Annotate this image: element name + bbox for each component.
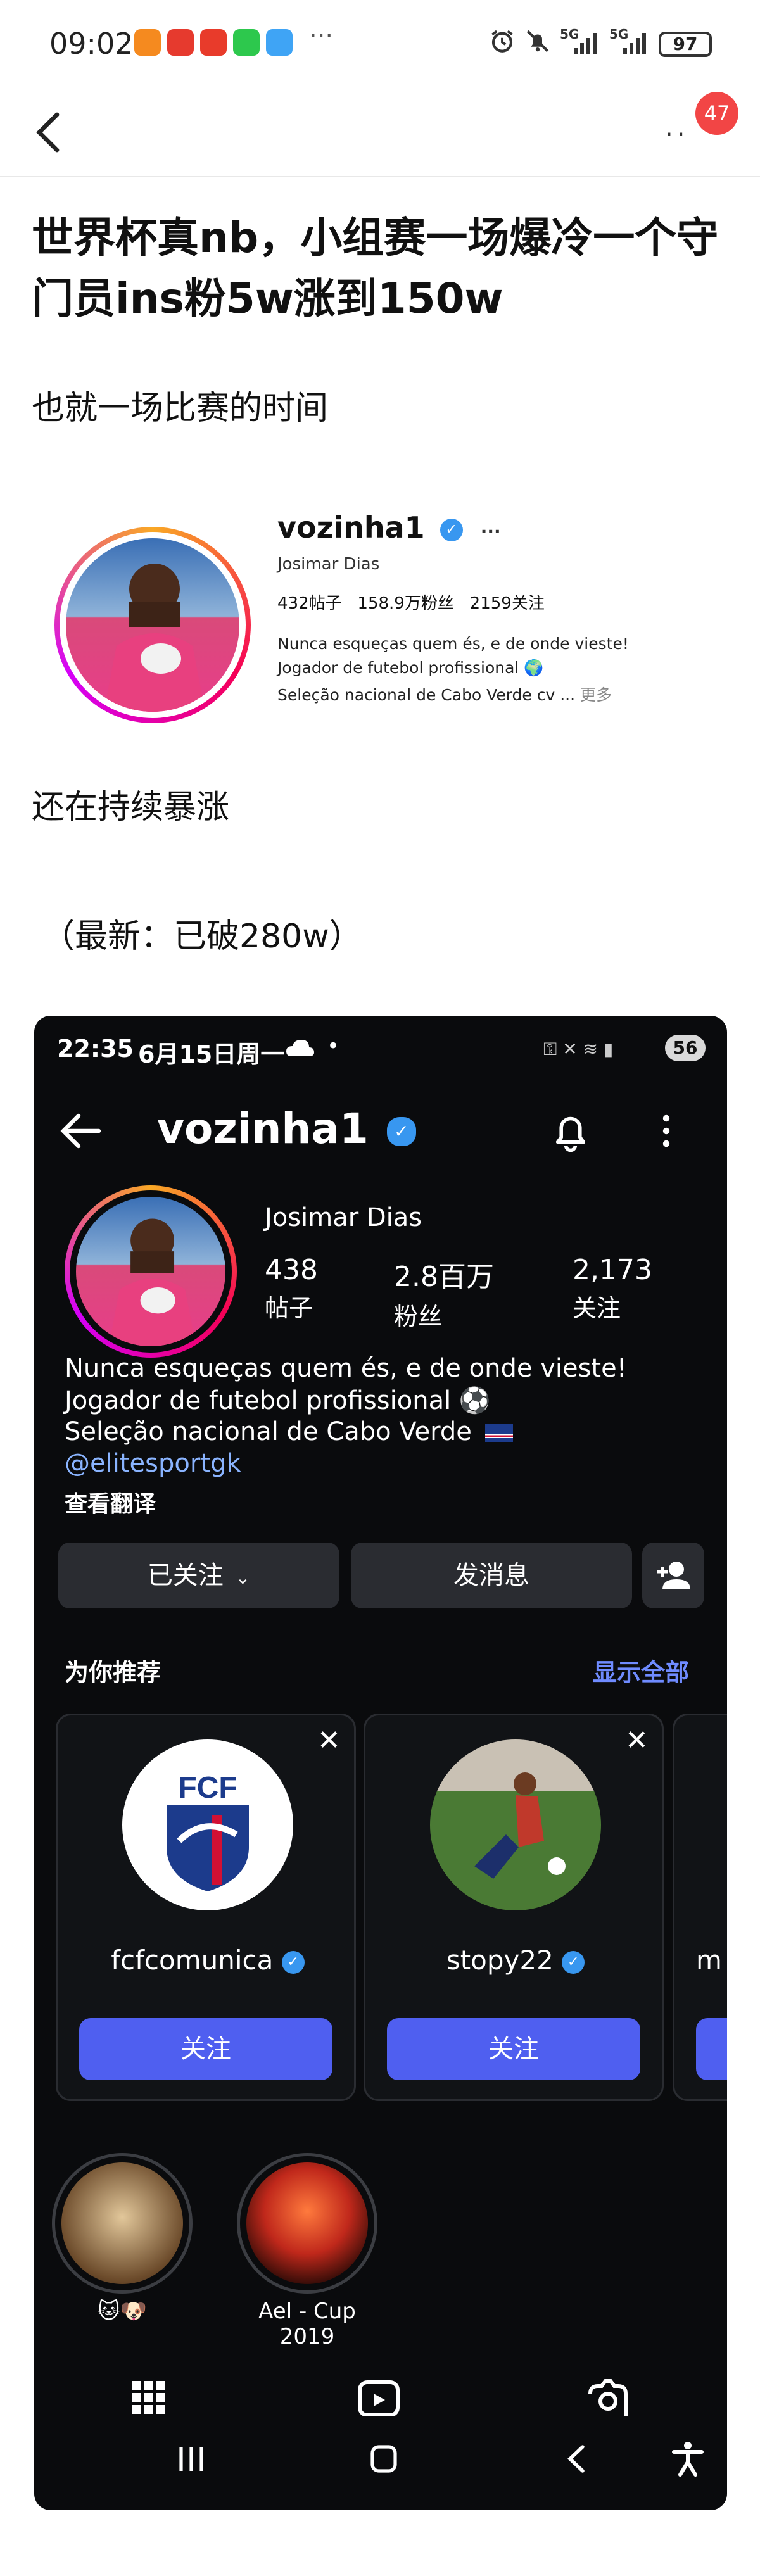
bell-icon[interactable]: [547, 1107, 594, 1154]
suggested-account-name: fcfcomunica ✓: [58, 1945, 358, 1976]
svg-text:FCF: FCF: [178, 1771, 237, 1805]
home-icon[interactable]: [366, 2443, 402, 2475]
profile-bio-line: Jogador de futebol profissional 🌍: [277, 659, 544, 677]
suggested-account-name: stopy22 ✓: [365, 1945, 666, 1976]
story-highlight[interactable]: 🐱🐶: [49, 2153, 195, 2324]
post-paragraph: 还在持续暴涨: [32, 788, 230, 826]
phone-status-time: 22:35: [57, 1035, 134, 1063]
profile-full-name: Josimar Dias: [277, 555, 380, 574]
app-notification-icon: [233, 29, 260, 56]
profile-username: vozinha1 ✓ ···: [277, 510, 501, 545]
accessibility-icon[interactable]: [670, 2440, 706, 2477]
profile-bio-line: Nunca esqueças quem és, e de onde vieste…: [277, 635, 629, 653]
suggestions-title: 为你推荐: [65, 1658, 162, 1686]
highlight-cover: [61, 2162, 183, 2284]
fcf-logo: FCF: [122, 1739, 293, 1910]
bio-line: Seleção nacional de Cabo Verde: [65, 1417, 513, 1446]
top-nav: ··: [0, 92, 760, 177]
verified-badge-icon: ✓: [281, 1950, 305, 1974]
message-button[interactable]: 发消息: [351, 1543, 632, 1608]
translate-link[interactable]: 查看翻译: [65, 1486, 156, 1518]
profile-full-name: Josimar Dias: [265, 1203, 422, 1232]
reels-icon[interactable]: [356, 2378, 402, 2416]
suggested-account-card[interactable]: m: [673, 1714, 727, 2101]
follow-button-partial[interactable]: [696, 2018, 727, 2080]
mute-icon: [526, 30, 549, 53]
status-icons: ⚿ ✕ ≋ ▮: [543, 1039, 614, 1059]
avatar-photo: [66, 538, 239, 712]
vertical-dots-icon[interactable]: [654, 1111, 679, 1151]
signal-icon: 5G: [609, 27, 649, 57]
add-person-button[interactable]: [642, 1543, 704, 1608]
close-icon[interactable]: ✕: [625, 1724, 649, 1757]
status-dot: •: [327, 1033, 340, 1059]
highlight-label: Ael - Cup 2019: [258, 2299, 356, 2349]
app-notification-icon: [134, 29, 161, 56]
see-all-link[interactable]: 显示全部: [593, 1653, 689, 1688]
grid-icon[interactable]: [129, 2378, 167, 2416]
chevron-left-icon[interactable]: [24, 107, 75, 158]
account-avatar: [430, 1739, 601, 1910]
bio-line: Jogador de futebol profissional ⚽: [65, 1386, 491, 1415]
highlight-label: 🐱🐶: [98, 2299, 147, 2324]
app-notification-icon: [200, 29, 227, 56]
verified-badge-icon: ✓: [440, 518, 463, 541]
follow-button[interactable]: 关注: [79, 2018, 332, 2080]
phone-status-date: 6月15日周一: [138, 1040, 285, 1068]
story-highlight[interactable]: Ael - Cup 2019: [228, 2153, 386, 2349]
status-bar: 09:02 ··· 5G 5G 97: [0, 0, 760, 92]
post-title: 世界杯真nb，小组赛一场爆冷一个守门员ins粉5w涨到150w: [32, 213, 719, 323]
suggested-account-card[interactable]: ✕ FCF fcfcomunica ✓ 关注: [56, 1714, 356, 2101]
followers-stat[interactable]: 2.8百万 粉丝: [394, 1254, 494, 1332]
profile-stats: 432帖子 158.9万粉丝 2159关注: [277, 594, 545, 613]
add-person-icon: [657, 1562, 690, 1589]
recents-icon[interactable]: [174, 2443, 209, 2475]
more-link: 更多: [580, 686, 612, 704]
signal-icon: 5G: [560, 27, 599, 57]
post-paragraph: 也就一场比赛的时间: [32, 389, 329, 427]
post-paragraph: （最新：已破280w）: [42, 918, 362, 956]
suggested-account-card[interactable]: ✕ stopy22 ✓ 关注: [364, 1714, 664, 2101]
close-icon[interactable]: ✕: [317, 1724, 341, 1757]
back-icon[interactable]: [560, 2443, 595, 2475]
app-notification-icon: [167, 29, 194, 56]
follow-button[interactable]: 关注: [387, 2018, 640, 2080]
suggested-account-name: m: [696, 1945, 722, 1976]
phone-battery: 56: [665, 1035, 706, 1061]
chevron-down-icon: ⌄: [235, 1567, 251, 1588]
verified-badge-icon: ✓: [562, 1950, 585, 1974]
highlight-cover: [246, 2162, 368, 2284]
arrow-left-icon[interactable]: [56, 1106, 106, 1156]
notification-badge: 47: [695, 92, 738, 135]
posts-stat[interactable]: 438 帖子: [265, 1254, 318, 1323]
app-notification-icon: [266, 29, 293, 56]
instagram-profile-screenshot: 22:35 6月15日周一 • ⚿ ✕ ≋ ▮ 56 vozinha1 ✓ Jo…: [34, 1016, 727, 2510]
following-stat[interactable]: 2,173 关注: [573, 1254, 652, 1323]
following-button[interactable]: 已关注 ⌄: [58, 1543, 339, 1608]
avatar-photo: [76, 1197, 225, 1346]
battery-icon: 97: [659, 32, 712, 57]
bio-link[interactable]: @elitesportgk: [65, 1449, 241, 1478]
cape-verde-flag-icon: [484, 1424, 513, 1442]
status-time: 09:02: [49, 27, 134, 61]
verified-badge-icon: ✓: [386, 1116, 416, 1146]
cloud-icon: [286, 1040, 314, 1056]
bio-line: Nunca esqueças quem és, e de onde vieste…: [65, 1354, 627, 1383]
more-icon: ···: [480, 521, 501, 542]
profile-bio-line: Seleção nacional de Cabo Verde cv ... 更多: [277, 686, 612, 704]
embedded-profile-screenshot: vozinha1 ✓ ··· Josimar Dias 432帖子 158.9万…: [32, 481, 728, 735]
alarm-icon: [491, 30, 513, 53]
header-username: vozinha1 ✓: [157, 1104, 416, 1153]
tagged-icon[interactable]: [585, 2378, 631, 2416]
more-options-icon[interactable]: ··: [665, 120, 688, 149]
more-notifications-icon: ···: [309, 22, 334, 51]
